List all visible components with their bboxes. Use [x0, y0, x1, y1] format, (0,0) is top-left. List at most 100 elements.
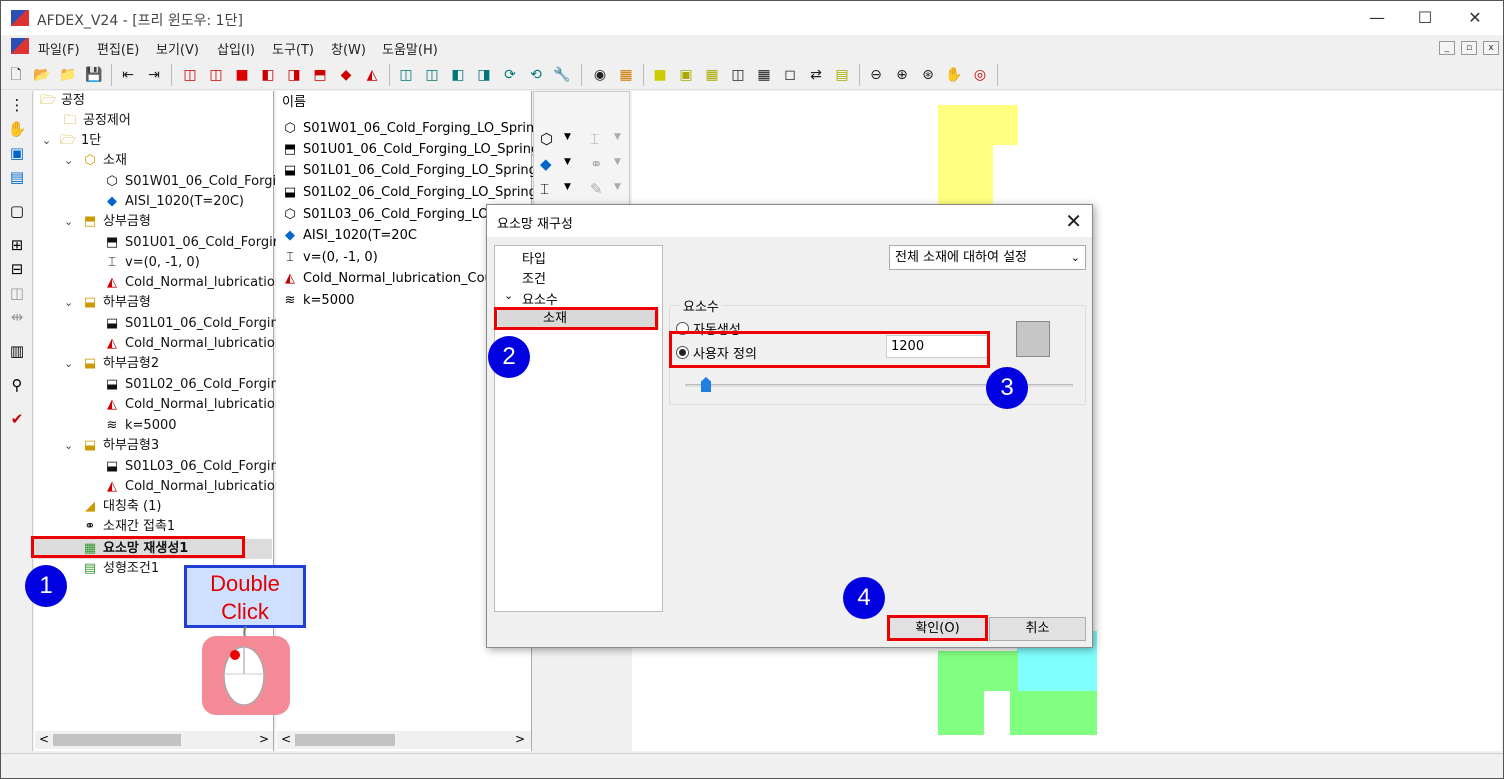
zoom-out-icon[interactable]: ⊖	[867, 66, 885, 84]
layers-icon[interactable]: ▤	[833, 66, 851, 84]
list-item[interactable]: ⬡ S01W01_06_Cold_Forging_LO_Spring	[282, 119, 542, 139]
chevron-down-icon[interactable]: ⌄	[64, 357, 73, 370]
mdi-close-button[interactable]: x	[1483, 41, 1499, 55]
wrench-icon[interactable]: 🔧	[553, 66, 571, 84]
tree-node-lower-die2[interactable]: ⬓ 하부금형2	[82, 354, 159, 374]
close-button[interactable]: ✕	[1461, 7, 1489, 29]
material-icon[interactable]: ✋	[7, 119, 27, 139]
monitor-icon[interactable]: ▣	[7, 143, 27, 163]
mdi-restore-button[interactable]: ▫	[1461, 41, 1477, 55]
tree-node-material[interactable]: ⬡ 소재	[82, 151, 127, 171]
cube-outline-icon[interactable]: ◫	[7, 283, 27, 303]
chevron-down-icon[interactable]: ⌄	[64, 215, 73, 228]
menu-tools[interactable]: 도구(T)	[272, 39, 314, 58]
hierarchy-icon[interactable]: ⊞	[7, 235, 27, 255]
scroll-left-icon[interactable]: <	[39, 732, 49, 746]
reset-view-icon[interactable]: ⟲	[527, 66, 545, 84]
tree-node-lubrication[interactable]: ◭ Cold_Normal_lubricatior	[104, 395, 280, 415]
cube-back-icon[interactable]: ◫	[207, 66, 225, 84]
tree-node-material-file[interactable]: ⬡ S01W01_06_Cold_Forgi	[104, 172, 276, 192]
list-item[interactable]: ◆ AISI_1020(T=20C	[282, 226, 417, 246]
menu-edit[interactable]: 편집(E)	[97, 39, 139, 58]
cube-shade-icon[interactable]: ◭	[363, 66, 381, 84]
open-folder-icon[interactable]: 📂	[33, 66, 51, 84]
tree-node-forming[interactable]: ▤ 성형조건1	[82, 559, 159, 579]
document-logo-icon[interactable]	[11, 38, 29, 54]
view-back-icon[interactable]: ◫	[423, 66, 441, 84]
chevron-down-icon[interactable]: ▼	[564, 182, 571, 192]
cube-solid-icon[interactable]: ■	[233, 66, 251, 84]
box-icon[interactable]: ◻	[781, 66, 799, 84]
tree-node-lubrication[interactable]: ◭ Cold_Normal_lubricatior	[104, 334, 280, 354]
zoom-fit-icon[interactable]: ⊛	[919, 66, 937, 84]
new-file-icon[interactable]: 🗋	[7, 66, 25, 84]
list-item[interactable]: ≋ k=5000	[282, 291, 355, 311]
list-item[interactable]: ◭ Cold_Normal_lubrication_Coulo	[282, 269, 504, 289]
tree-node-symmetry[interactable]: ◢ 대칭축 (1)	[82, 497, 161, 517]
grid-cube-icon[interactable]: ▦	[755, 66, 773, 84]
view-right-icon[interactable]: ◨	[475, 66, 493, 84]
pan-hand-icon[interactable]: ✋	[945, 66, 963, 84]
menu-insert[interactable]: 삽입(I)	[217, 39, 255, 58]
tree-node-lubrication[interactable]: ◭ Cold_Normal_lubricatior	[104, 273, 280, 293]
checklist-icon[interactable]: ✔	[7, 409, 27, 429]
align-icon[interactable]: ▥	[7, 341, 27, 361]
dialog-nav-element-count[interactable]: 요소수	[522, 289, 558, 308]
list-horizontal-scrollbar[interactable]: < >	[277, 731, 531, 749]
dialog-nav-condition[interactable]: 조건	[522, 268, 546, 287]
tree-node-upper-die-file[interactable]: ⬒ S01U01_06_Cold_Forgir	[104, 233, 278, 253]
tree-node-lower-die3-file[interactable]: ⬓ S01L03_06_Cold_Forgin	[104, 457, 279, 477]
scroll-right-icon[interactable]: >	[259, 732, 269, 746]
feature-icon[interactable]: ⬡	[540, 130, 553, 148]
menu-window[interactable]: 창(W)	[331, 39, 366, 58]
open-icon[interactable]: 📁	[59, 66, 77, 84]
tree-node-lower-die-file[interactable]: ⬓ S01L01_06_Cold_Forgin	[104, 314, 279, 334]
maximize-button[interactable]: ☐	[1411, 7, 1439, 29]
view-front-icon[interactable]: ◫	[397, 66, 415, 84]
tree-node-lower-die3[interactable]: ⬓ 하부금형3	[82, 436, 159, 456]
tree-node-lubrication[interactable]: ◭ Cold_Normal_lubricatior	[104, 477, 280, 497]
wire-yellow-cube-icon[interactable]: ▣	[677, 66, 695, 84]
cube-iso-icon[interactable]: ◆	[337, 66, 355, 84]
load-icon[interactable]: ◆	[540, 155, 552, 173]
chevron-down-icon[interactable]: ⌄	[64, 296, 73, 309]
display-icon[interactable]: ▤	[7, 167, 27, 187]
tree-node-lower-die2-file[interactable]: ⬓ S01L02_06_Cold_Forgin	[104, 375, 279, 395]
chevron-down-icon[interactable]: ⌄	[64, 154, 73, 167]
tree-node-process-control[interactable]: 🗀 공정제어	[62, 111, 130, 131]
tree-horizontal-scrollbar[interactable]: < >	[35, 731, 273, 749]
tree-node-upper-die[interactable]: ⬒ 상부금형	[82, 212, 151, 232]
chevron-down-icon[interactable]: ⌄	[42, 134, 51, 147]
person-icon[interactable]: ⚲	[7, 375, 27, 395]
tree-view-icon[interactable]: ⋮	[7, 95, 27, 115]
mdi-minimize-button[interactable]: _	[1439, 41, 1455, 55]
tree-node-velocity[interactable]: ⌶ v=(0, -1, 0)	[104, 253, 200, 273]
dialog-close-button[interactable]: ✕	[1065, 209, 1082, 233]
swap-icon[interactable]: ⇄	[807, 66, 825, 84]
tree-node-contact[interactable]: ⚭ 소재간 접촉1	[82, 517, 176, 537]
list-item[interactable]: ⬡ S01L03_06_Cold_Forging_LO_S	[282, 205, 503, 225]
minimize-button[interactable]: —	[1363, 7, 1391, 29]
cancel-button[interactable]: 취소	[989, 617, 1086, 641]
cube-left-icon[interactable]: ◧	[259, 66, 277, 84]
scroll-thumb[interactable]	[53, 734, 181, 746]
chevron-down-icon[interactable]: ▼	[564, 132, 571, 142]
chevron-down-icon[interactable]: ⌄	[504, 289, 513, 302]
solid-yellow-cube-icon[interactable]: ■	[651, 66, 669, 84]
rotate-view-icon[interactable]: ⟳	[501, 66, 519, 84]
menu-help[interactable]: 도움말(H)	[382, 39, 438, 58]
list-item[interactable]: ⬓ S01L02_06_Cold_Forging_LO_Spring .	[282, 183, 545, 203]
view-left-icon[interactable]: ◧	[449, 66, 467, 84]
chevron-down-icon[interactable]: ⌄	[64, 439, 73, 452]
cube-top-icon[interactable]: ⬒	[311, 66, 329, 84]
tree-node-spring[interactable]: ≋ k=5000	[104, 416, 177, 436]
save-icon[interactable]: 💾	[85, 66, 103, 84]
list-item[interactable]: ⬓ S01L01_06_Cold_Forging_LO_Spring .	[282, 161, 545, 181]
list-item[interactable]: ⬒ S01U01_06_Cold_Forging_LO_Spring	[282, 140, 539, 160]
scroll-left-icon[interactable]: <	[281, 732, 291, 746]
zoom-in-icon[interactable]: ⊕	[893, 66, 911, 84]
camera-icon[interactable]: ◉	[591, 66, 609, 84]
export-icon[interactable]: ⇥	[145, 66, 163, 84]
mesh-cube-icon[interactable]: ▦	[703, 66, 721, 84]
tree-node-lower-die[interactable]: ⬓ 하부금형	[82, 293, 151, 313]
